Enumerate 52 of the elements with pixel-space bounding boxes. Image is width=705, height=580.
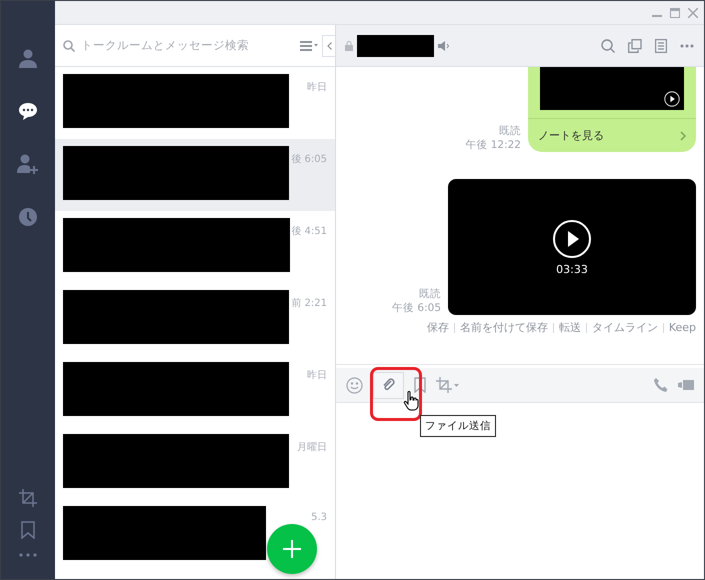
- search-icon[interactable]: [601, 38, 615, 52]
- smiley-icon[interactable]: [346, 376, 363, 394]
- person-icon: [18, 48, 38, 68]
- media-action-link[interactable]: タイムライン: [592, 320, 658, 335]
- chat-time: 後 6:05: [291, 153, 327, 166]
- add-person-icon: [17, 154, 39, 174]
- close-icon[interactable]: [688, 8, 698, 18]
- video-call-icon[interactable]: [678, 379, 694, 391]
- chat-time: 前 2:21: [291, 297, 327, 310]
- menu-icon[interactable]: [300, 40, 318, 50]
- chat-bubble-icon: [18, 100, 38, 120]
- paperclip-icon: [382, 378, 396, 392]
- phone-icon[interactable]: [654, 378, 668, 392]
- chevron-left-icon: [326, 42, 332, 50]
- copy-icon[interactable]: [628, 38, 642, 52]
- clock-icon: [18, 206, 38, 226]
- chat-time: 昨日: [307, 81, 327, 94]
- chevron-right-icon: [680, 130, 686, 140]
- search-icon: [63, 40, 75, 52]
- lock-icon: [345, 40, 353, 50]
- media-action-link[interactable]: Keep: [668, 321, 696, 334]
- read-receipt: 既読: [499, 124, 521, 138]
- video-bubble[interactable]: 03:33: [448, 179, 696, 315]
- bookmark-icon[interactable]: [414, 377, 426, 393]
- more-icon[interactable]: [19, 553, 37, 557]
- chat-time: 月曜日: [297, 441, 327, 454]
- plus-icon: [283, 540, 301, 558]
- media-action-link[interactable]: 保存: [426, 320, 449, 335]
- maximize-icon[interactable]: [670, 8, 680, 18]
- crop-icon[interactable]: [19, 489, 37, 507]
- search-field[interactable]: トークルームとメッセージ検索: [79, 38, 296, 52]
- view-note-link[interactable]: ノートを見る: [528, 118, 696, 152]
- attach-file-button[interactable]: [373, 372, 404, 398]
- read-receipt: 既読: [419, 287, 441, 301]
- collapse-button[interactable]: [322, 34, 335, 56]
- more-icon[interactable]: [680, 44, 694, 48]
- video-duration: 03:33: [556, 262, 588, 276]
- play-icon[interactable]: [664, 91, 680, 107]
- speaker-icon[interactable]: [438, 40, 449, 50]
- crop-icon[interactable]: [436, 377, 460, 393]
- chat-time: 昨日: [307, 369, 327, 382]
- tooltip: ファイル送信: [420, 415, 496, 437]
- play-button-icon[interactable]: [552, 218, 592, 258]
- media-action-link[interactable]: 転送: [558, 320, 581, 335]
- message-time: 午後 12:22: [465, 138, 521, 152]
- chat-time: 5.3: [311, 512, 327, 523]
- notes-icon[interactable]: [655, 38, 667, 52]
- chat-row[interactable]: 後 6:05: [55, 139, 335, 211]
- media-action-link[interactable]: 名前を付けて保存: [460, 320, 548, 335]
- chat-time: 後 4:51: [291, 225, 327, 238]
- message-time: 午後 6:05: [392, 301, 441, 315]
- bookmark-icon[interactable]: [21, 521, 35, 539]
